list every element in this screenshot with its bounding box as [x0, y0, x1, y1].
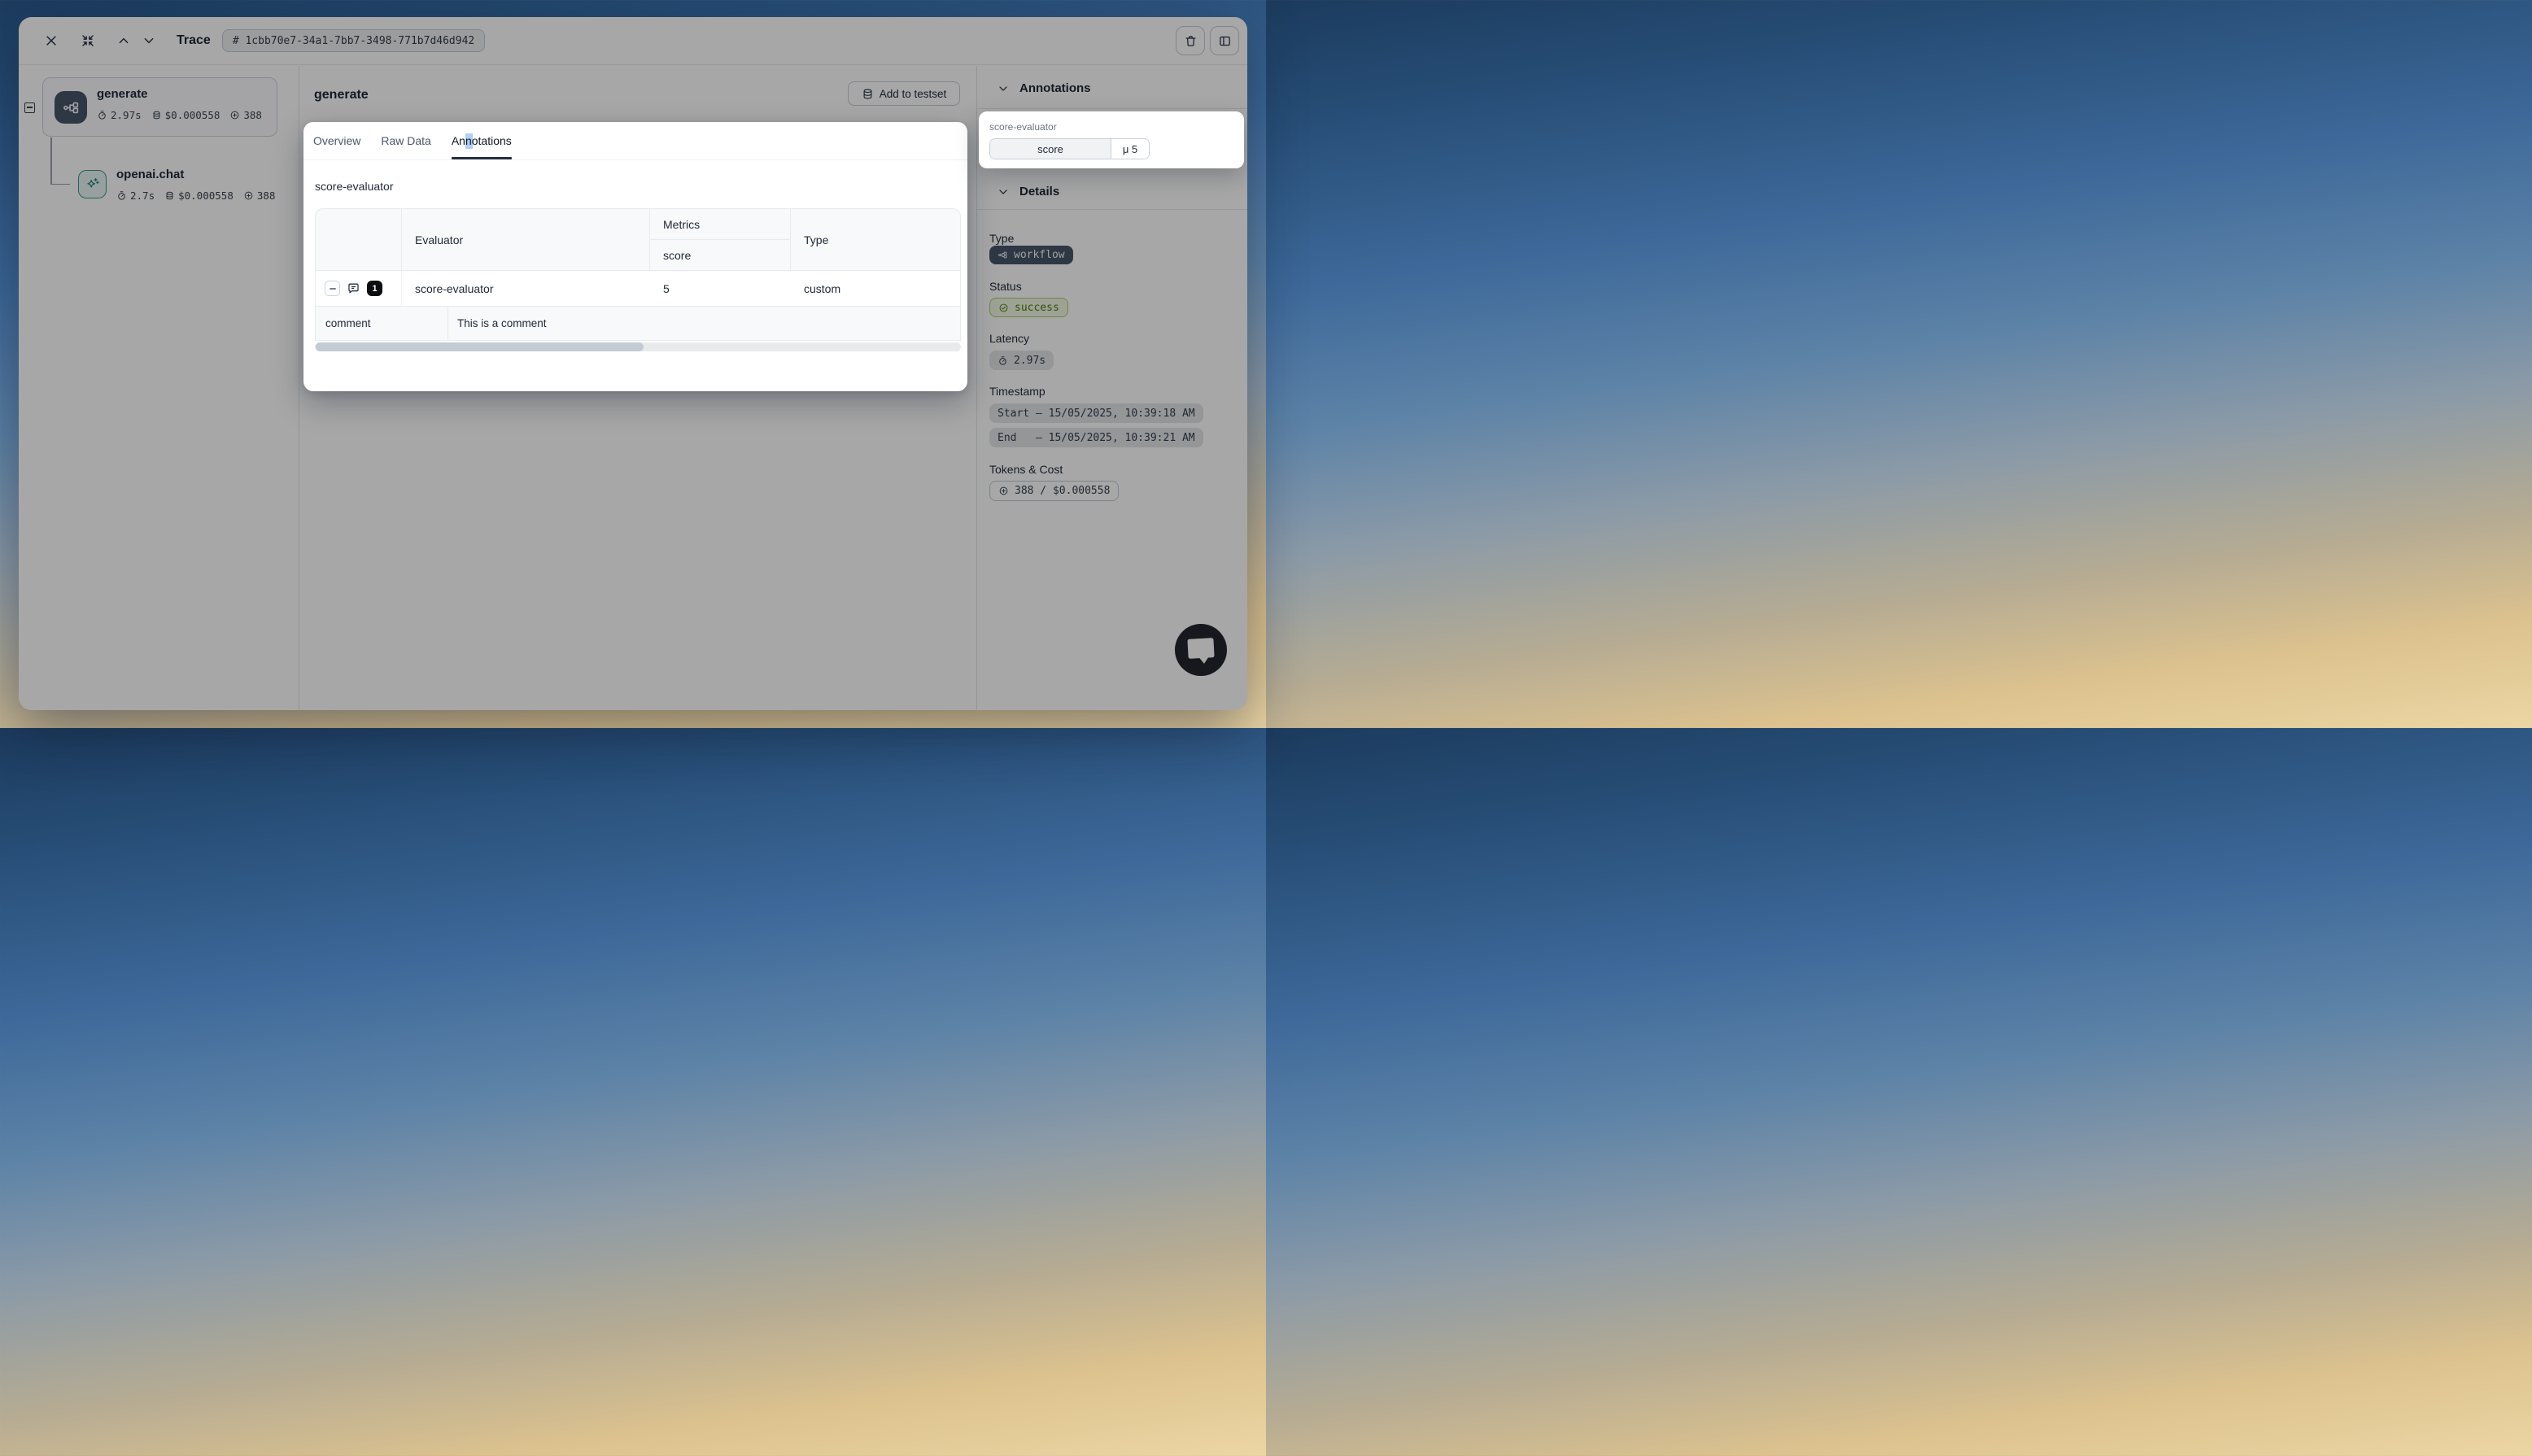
annotation-evaluator-label: score-evaluator — [989, 121, 1057, 133]
header-cell-evaluator: Evaluator — [402, 209, 650, 270]
cell-type: custom — [791, 271, 960, 306]
tab-bar: Overview Raw Data Annotations — [303, 122, 967, 160]
horizontal-scrollbar-thumb[interactable] — [316, 342, 644, 351]
header-cell-metric-score: score — [650, 240, 791, 270]
score-control: score μ 5 — [989, 138, 1150, 159]
annotation-score-card: score-evaluator score μ 5 — [979, 111, 1244, 168]
table-row: 1 score-evaluator 5 custom — [315, 271, 961, 307]
comment-count-badge[interactable]: 1 — [367, 281, 382, 296]
cell-score: 5 — [650, 271, 791, 306]
cell-evaluator: score-evaluator — [402, 271, 650, 306]
tab-annotations[interactable]: Annotations — [452, 134, 512, 147]
header-cell-type: Type — [791, 209, 960, 270]
active-tab-underline — [452, 157, 512, 160]
collapse-row-button[interactable] — [325, 281, 340, 296]
header-cell-metrics: Metrics — [650, 209, 791, 240]
comment-value: This is a comment — [448, 307, 960, 340]
comment-key: comment — [316, 307, 448, 340]
evaluator-section-title: score-evaluator — [315, 180, 394, 193]
score-metric-button[interactable]: score — [990, 139, 1111, 159]
horizontal-scrollbar-track — [315, 342, 961, 351]
tab-raw-data[interactable]: Raw Data — [381, 134, 430, 147]
annotations-popover: Overview Raw Data Annotations score-eval… — [303, 122, 967, 391]
minus-icon — [328, 284, 338, 294]
row-controls: 1 — [316, 271, 402, 306]
tab-overview[interactable]: Overview — [313, 134, 360, 147]
trace-modal: Trace # 1cbb70e7-34a1-7bb7-3498-771b7d46… — [19, 17, 1247, 710]
comment-icon[interactable] — [347, 281, 360, 295]
score-mean-value: μ 5 — [1111, 139, 1149, 159]
annotations-table: Evaluator Metrics Type score 1 score-eva… — [315, 208, 961, 341]
comment-row: comment This is a comment — [315, 307, 961, 341]
header-cell-empty — [316, 209, 402, 270]
table-header: Evaluator Metrics Type score — [315, 208, 961, 271]
